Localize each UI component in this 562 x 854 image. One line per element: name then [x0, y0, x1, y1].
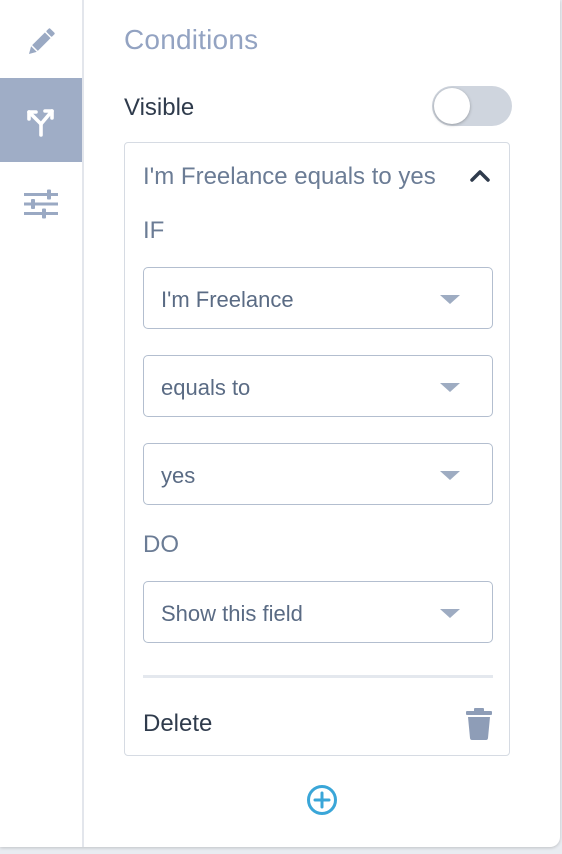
field-select-value: I'm Freelance — [161, 287, 294, 312]
sidebar-item-settings[interactable] — [0, 162, 82, 246]
panel-title: Conditions — [124, 24, 259, 55]
caret-down-icon — [440, 295, 460, 304]
action-select-value: Show this field — [161, 601, 303, 626]
sidebar-item-edit[interactable] — [0, 0, 82, 84]
caret-down-icon — [440, 471, 460, 480]
sliders-icon — [23, 186, 59, 222]
value-select-value: yes — [161, 463, 196, 488]
value-select[interactable]: yes — [143, 443, 493, 505]
field-select[interactable]: I'm Freelance — [143, 267, 493, 329]
action-select[interactable]: Show this field — [143, 581, 493, 643]
visible-label: Visible — [124, 94, 195, 121]
operator-select-value: equals to — [161, 375, 251, 400]
caret-down-icon — [440, 383, 460, 392]
conditions-panel: Conditions Visible I'm Freelance equals … — [84, 0, 560, 847]
condition-summary: I'm Freelance equals to yes — [143, 163, 436, 190]
sidebar — [0, 0, 84, 847]
chevron-up-icon[interactable] — [469, 167, 491, 188]
caret-down-icon — [440, 609, 460, 618]
visible-toggle[interactable] — [432, 86, 512, 126]
toggle-knob — [434, 88, 470, 124]
pencil-icon — [23, 24, 59, 60]
sidebar-item-conditions[interactable] — [0, 78, 82, 162]
delete-button[interactable]: Delete — [143, 710, 212, 738]
operator-select[interactable]: equals to — [143, 355, 493, 417]
divider — [143, 675, 493, 678]
do-label: DO — [143, 531, 179, 558]
branch-icon — [23, 102, 59, 138]
conditions-window: Conditions Visible I'm Freelance equals … — [0, 0, 560, 847]
add-condition-icon[interactable] — [306, 784, 338, 821]
condition-card: I'm Freelance equals to yes IF I'm Freel… — [124, 142, 510, 756]
condition-header[interactable]: I'm Freelance equals to yes — [143, 163, 493, 193]
trash-icon[interactable] — [465, 707, 493, 746]
if-label: IF — [143, 217, 165, 244]
